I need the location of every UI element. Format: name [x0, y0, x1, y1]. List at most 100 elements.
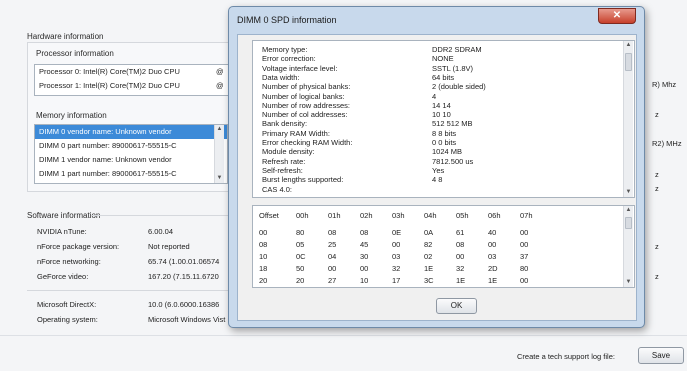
scroll-down-icon[interactable]: ▼	[624, 278, 633, 287]
memory-row[interactable]: DIMM 0 part number: 89000617-55515-C	[35, 139, 227, 153]
hex-offset: 00	[259, 228, 268, 237]
hex-cell: 50	[296, 264, 305, 273]
memory-row[interactable]: DIMM 1 part number: 89000617-55515-C	[35, 167, 227, 181]
memory-row-text: DIMM 0 vendor name: Unknown vendor	[39, 127, 172, 136]
log-file-label: Create a tech support log file:	[517, 352, 615, 361]
hex-header: 03h	[392, 211, 405, 220]
spd-value: SSTL (1.8V)	[432, 63, 473, 73]
scroll-up-icon[interactable]: ▲	[624, 206, 633, 215]
spd-value: 10 10	[432, 110, 451, 120]
spd-line: Data width: 64 bits	[262, 73, 454, 82]
hex-cell: 00	[520, 240, 529, 249]
processor-1-suffix: @	[216, 81, 224, 90]
scroll-up-icon[interactable]: ▲	[624, 41, 633, 50]
hex-cell: 03	[392, 252, 401, 261]
spd-value: 4 8	[432, 175, 443, 185]
spd-label: Number of col addresses:	[262, 110, 348, 120]
spd-value: DDR2 SDRAM	[432, 45, 482, 54]
hex-offset: 10	[259, 252, 268, 261]
hex-dump-table[interactable]: Offset 00h 01h 02h 03h 04h 05h 06h 07h 00 80 08 08 0E…	[252, 205, 635, 288]
edge-frag: z	[655, 110, 659, 119]
spd-label: Error correction:	[262, 54, 316, 64]
memory-row-selected[interactable]: DIMM 0 vendor name: Unknown vendor	[35, 125, 227, 139]
close-icon[interactable]: ✕	[598, 8, 636, 24]
spd-scrollbar[interactable]: ▲ ▼	[623, 41, 633, 197]
geforce-video-value: 167.20 (7.15.11.6720	[148, 272, 219, 281]
directx-label: Microsoft DirectX:	[37, 300, 97, 309]
hex-cell: 20	[296, 276, 305, 285]
hex-offset: 20	[259, 276, 268, 285]
hex-header: 02h	[360, 211, 373, 220]
ok-button[interactable]: OK	[436, 298, 477, 314]
spd-line: Refresh rate: 7812.500 us	[262, 157, 473, 166]
spd-label: CAS 4.0:	[262, 184, 293, 194]
edge-frag: z	[655, 242, 659, 251]
hex-cell: 00	[488, 240, 497, 249]
hex-cell: 32	[392, 264, 401, 273]
processor-info-label: Processor information	[36, 49, 114, 58]
hex-cell: 1E	[424, 264, 434, 273]
hardware-info-label: Hardware information	[27, 32, 104, 41]
spd-line: Error checking RAM Width: 0 0 bits	[262, 139, 456, 147]
scroll-down-icon[interactable]: ▼	[215, 174, 224, 183]
processor-list[interactable]: Processor 0: Intel(R) Core(TM)2 Duo CPU …	[34, 64, 234, 96]
spd-value: NONE	[432, 54, 454, 64]
hex-scrollbar[interactable]: ▲ ▼	[623, 206, 633, 287]
memory-scrollbar[interactable]: ▲ ▼	[214, 125, 224, 183]
spd-line: Number of row addresses: 14 14	[262, 101, 451, 110]
memory-row[interactable]: DIMM 1 vendor name: Unknown vendor	[35, 153, 227, 167]
hex-cell: 80	[520, 264, 529, 273]
hex-cell: 45	[360, 240, 369, 249]
hex-cell: 25	[328, 240, 337, 249]
spd-line: Module density: 1024 MB	[262, 147, 462, 157]
hex-cell: 1E	[488, 276, 498, 285]
memory-row-text: DIMM 0 part number: 89000617-55515-C	[39, 141, 177, 150]
memory-list[interactable]: DIMM 0 vendor name: Unknown vendor DIMM …	[34, 124, 228, 184]
spd-label: Primary RAM Width:	[262, 128, 330, 138]
spd-line: Burst lengths supported: 4 8	[262, 176, 442, 184]
scroll-down-icon[interactable]: ▼	[624, 188, 633, 197]
processor-row-text: Processor 1: Intel(R) Core(TM)2 Duo CPU	[39, 81, 180, 90]
processor-row[interactable]: Processor 1: Intel(R) Core(TM)2 Duo CPU	[35, 79, 233, 93]
spd-info-box[interactable]: Memory type: DDR2 SDRAM Error correction: N…	[252, 40, 635, 198]
scroll-thumb[interactable]	[625, 217, 632, 229]
dialog-body: Memory type: DDR2 SDRAM Error correction: N…	[237, 34, 637, 321]
hex-cell: 05	[296, 240, 305, 249]
hex-cell: 00	[360, 264, 369, 273]
save-button[interactable]: Save	[638, 347, 684, 364]
spd-label: Self-refresh:	[262, 165, 303, 175]
spd-label: Module density:	[262, 147, 315, 157]
spd-line: CAS 4.0:	[262, 184, 293, 194]
hex-cell: 10	[360, 276, 369, 285]
os-value: Microsoft Windows Vist	[148, 315, 226, 324]
processor-row-text: Processor 0: Intel(R) Core(TM)2 Duo CPU	[39, 67, 180, 76]
scroll-thumb[interactable]	[625, 53, 632, 71]
hex-cell: 37	[520, 252, 529, 261]
ntune-label: NVIDIA nTune:	[37, 227, 87, 236]
hex-offset: 08	[259, 240, 268, 249]
hex-cell: 27	[328, 276, 337, 285]
scroll-up-icon[interactable]: ▲	[215, 125, 224, 134]
nforce-networking-value: 65.74 (1.00.01.06574	[148, 257, 220, 266]
hex-cell: 00	[520, 276, 529, 285]
processor-row[interactable]: Processor 0: Intel(R) Core(TM)2 Duo CPU	[35, 65, 233, 79]
hex-cell: 82	[424, 240, 433, 249]
hex-cell: 00	[392, 240, 401, 249]
hex-cell: 61	[456, 228, 465, 237]
spd-label: Number of physical banks:	[262, 82, 351, 92]
hex-cell: 40	[488, 228, 497, 237]
hex-cell: 08	[328, 228, 337, 237]
geforce-video-label: GeForce video:	[37, 272, 89, 281]
spd-dialog: DIMM 0 SPD information ✕ Memory type: DDR…	[228, 6, 645, 328]
spd-value: 1024 MB	[432, 147, 463, 157]
hex-cell: 3C	[424, 276, 434, 285]
memory-row-text: DIMM 1 vendor name: Unknown vendor	[39, 155, 172, 164]
spd-value: 7812.500 us	[432, 156, 474, 166]
hex-cell: 2D	[488, 264, 498, 273]
spd-label: Memory type:	[262, 45, 308, 54]
software-header-divider	[92, 215, 242, 216]
hex-header: 01h	[328, 211, 341, 220]
spd-value: Yes	[432, 165, 445, 175]
nforce-package-label: nForce package version:	[37, 242, 120, 251]
hex-header: 07h	[520, 211, 533, 220]
